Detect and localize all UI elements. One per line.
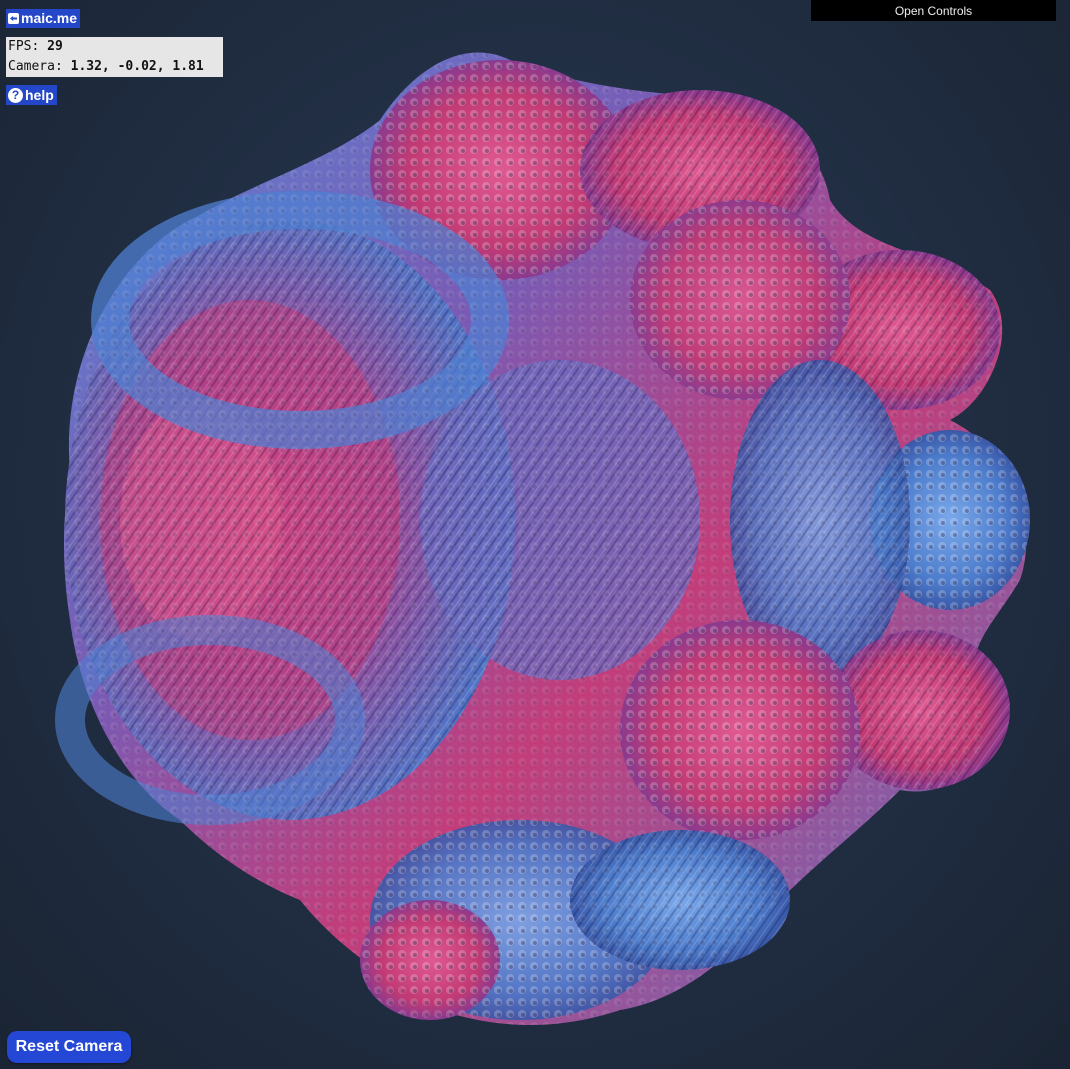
fractal-viewport[interactable]	[0, 0, 1070, 1069]
brand-link[interactable]: maic.me	[6, 9, 81, 28]
question-circle-icon: ?	[8, 87, 23, 103]
fps-label: FPS:	[8, 39, 48, 54]
fractal-render[interactable]	[0, 0, 1070, 1069]
camera-value: 1.32, -0.02, 1.81	[70, 59, 204, 74]
open-controls-button[interactable]: Open Controls	[811, 0, 1056, 21]
camera-label: Camera:	[8, 59, 71, 74]
help-label: help	[25, 87, 54, 103]
brand-label: maic.me	[21, 10, 78, 26]
fps-value: 29	[47, 39, 63, 54]
help-link[interactable]: ? help	[6, 85, 57, 105]
back-arrow-icon	[8, 13, 19, 24]
camera-readout: Camera: 1.32, -0.02, 1.81	[8, 57, 223, 77]
reset-camera-button[interactable]: Reset Camera	[7, 1031, 131, 1063]
stats-panel: FPS: 29 Camera: 1.32, -0.02, 1.81	[6, 37, 223, 77]
fps-readout: FPS: 29	[8, 37, 223, 57]
